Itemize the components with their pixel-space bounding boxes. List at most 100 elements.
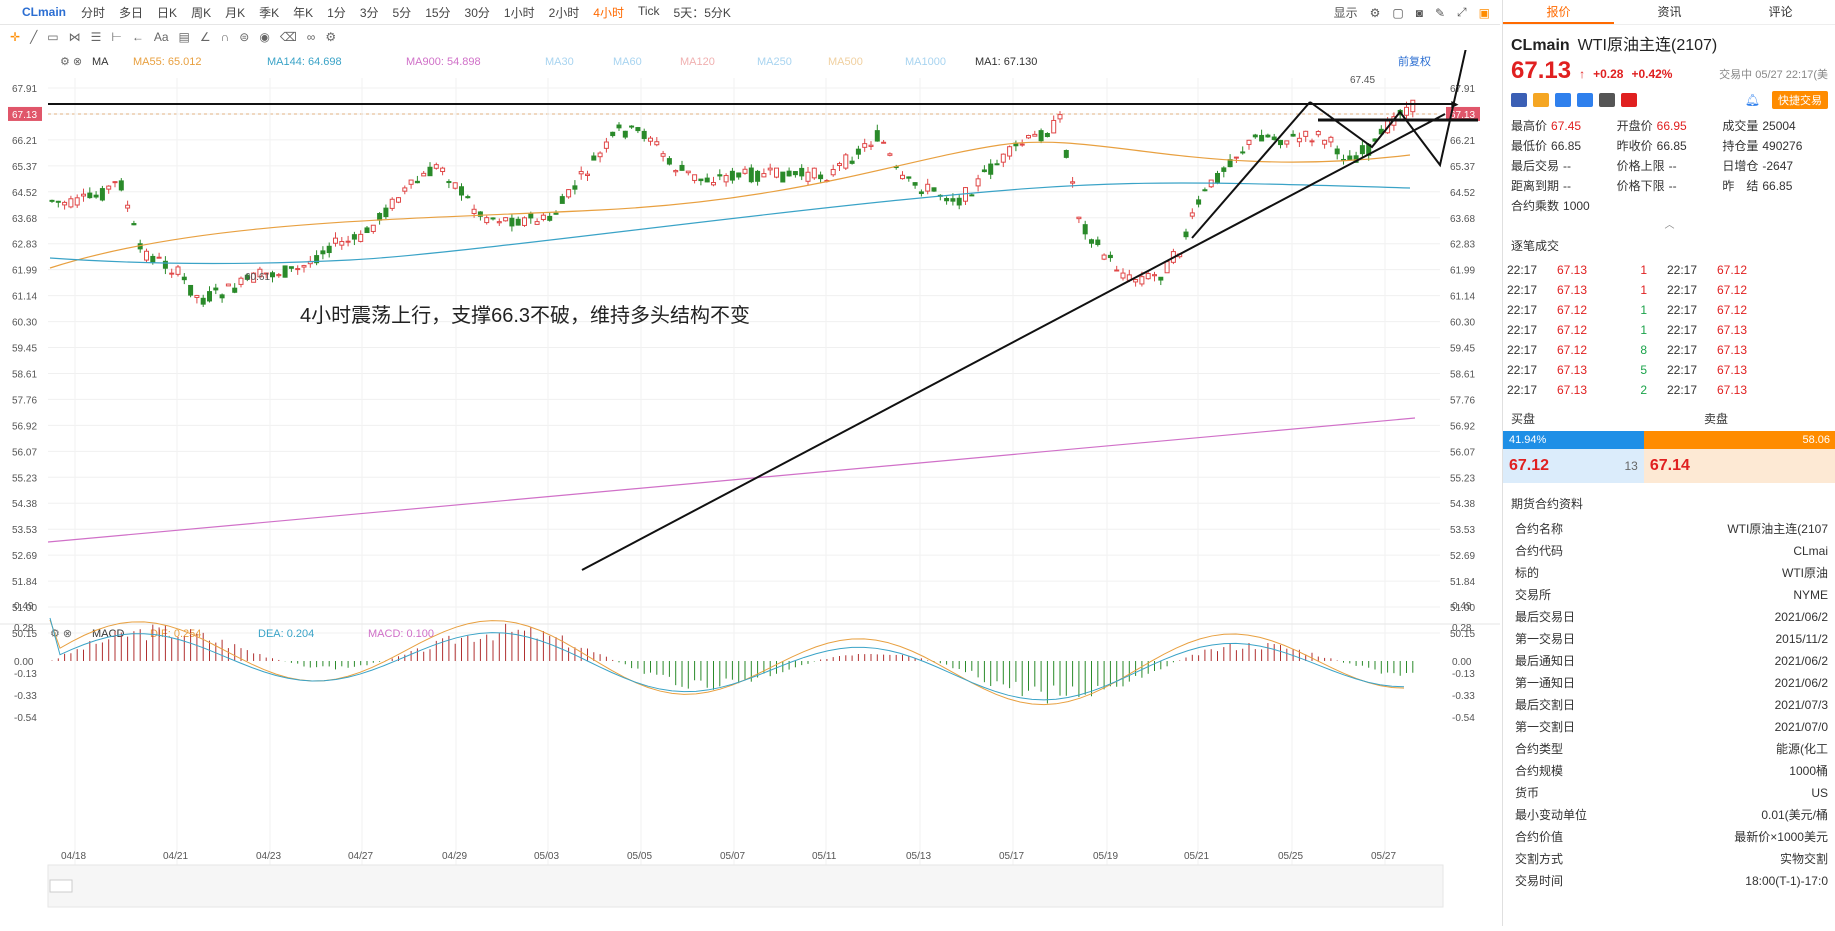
bolt-icon[interactable]	[1533, 93, 1549, 107]
doc-icon[interactable]	[1599, 93, 1615, 107]
bell-icon[interactable]: 🔔︎	[1745, 93, 1760, 107]
timeframe-6[interactable]: 年K	[293, 4, 313, 21]
candle-body	[1334, 148, 1340, 155]
camera-icon[interactable]: ◙	[1416, 6, 1423, 20]
chart-area[interactable]: ⚙ ⊗ MA MA55: 65.012 MA144: 64.698 MA900: 54.…	[0, 29, 1500, 926]
timeframe-11[interactable]: 30分	[465, 4, 490, 21]
stat-label: 最高价	[1511, 119, 1548, 133]
contract-row: 第一通知日 2021/06/2	[1503, 672, 1835, 694]
candle-body	[1107, 254, 1113, 259]
candle-body	[131, 223, 137, 226]
timeframe-8[interactable]: 3分	[360, 4, 379, 21]
candle-body	[471, 208, 477, 215]
contract-row: 货币 US	[1503, 782, 1835, 804]
eye-icon[interactable]: ◉	[259, 30, 269, 44]
candle-body	[1202, 189, 1208, 192]
timeframe-0[interactable]: 分时	[81, 4, 105, 21]
candle-body	[1133, 279, 1139, 283]
crosshair-icon[interactable]: ✛	[10, 30, 20, 44]
tick-t1: 22:17	[1507, 283, 1538, 297]
trash-icon[interactable]: ⌫	[280, 30, 297, 44]
date-tick: 04/18	[61, 851, 86, 862]
tab-comments[interactable]: 评论	[1725, 0, 1835, 24]
candle-body	[1189, 212, 1195, 217]
arrow-tool-icon[interactable]: ←	[132, 30, 144, 44]
price-chart-svg: ⚙ ⊗ MA MA55: 65.012 MA144: 64.698 MA900: 54.…	[0, 29, 1500, 908]
timeframe-2[interactable]: 日K	[157, 4, 177, 21]
comment-tool-icon[interactable]: ▤	[179, 30, 190, 44]
macd-tick-left: -0.33	[14, 691, 37, 702]
timeframe-7[interactable]: 1分	[327, 4, 346, 21]
candle-body	[1082, 224, 1088, 235]
panel-toggle-icon[interactable]: ▣	[1479, 6, 1490, 20]
tick-v1: 1	[1640, 303, 1647, 317]
timeframe-5[interactable]: 季K	[259, 4, 279, 21]
contract-value: WTI原油主连(2107	[1727, 522, 1828, 536]
tag-icon[interactable]	[1577, 93, 1593, 107]
measure-tool-icon[interactable]: ⊢	[111, 30, 121, 44]
timeframe-14[interactable]: 4小时	[593, 4, 624, 21]
candle-body	[87, 192, 93, 199]
timeframe-12[interactable]: 1小时	[504, 4, 535, 21]
magnet-icon[interactable]: ∩	[221, 30, 230, 44]
macd-tick-left: -0.54	[14, 713, 37, 724]
timeframe-3[interactable]: 周K	[191, 4, 211, 21]
candle-body	[1101, 254, 1107, 260]
candle-body	[377, 213, 383, 221]
candle-body	[490, 217, 496, 220]
stat-label: 价格下限	[1616, 179, 1665, 193]
timeframe-9[interactable]: 5分	[393, 4, 412, 21]
tick-p2: 67.13	[1717, 343, 1748, 357]
contract-row: 第一交易日 2015/11/2	[1503, 628, 1835, 650]
settings-icon[interactable]: ⚙	[325, 30, 336, 44]
fib-tool-icon[interactable]: ☰	[91, 30, 102, 44]
lock-icon[interactable]: ⊜	[239, 30, 249, 44]
tick-t1: 22:17	[1507, 383, 1538, 397]
high-label: 67.45	[1350, 75, 1375, 86]
edit-icon[interactable]: ✎	[1435, 6, 1445, 20]
candle-body	[918, 191, 924, 194]
settings-gear-icon[interactable]: ⚙	[1370, 6, 1381, 20]
date-tick: 05/13	[906, 851, 931, 862]
display-menu[interactable]: 显示	[1334, 4, 1358, 21]
contract-value: 2021/06/2	[1774, 654, 1828, 668]
fork-tool-icon[interactable]: ⋈	[69, 30, 81, 44]
heart-icon[interactable]	[1621, 93, 1637, 107]
person-icon[interactable]	[1555, 93, 1571, 107]
quote-panel: 报价 资讯 评论 CLmain WTI原油主连(2107) 67.13 ↑ +0.…	[1502, 0, 1835, 926]
candle-body	[1347, 155, 1353, 161]
fullscreen-icon[interactable]: ⤢	[1457, 5, 1467, 20]
layout-icon[interactable]: ▢	[1392, 6, 1403, 20]
candle-body	[830, 168, 836, 176]
date-tick: 04/23	[256, 851, 281, 862]
timeframe-16[interactable]: 5天：5分K	[674, 4, 731, 21]
contract-row: 合约代码 CLmai	[1503, 540, 1835, 562]
ruler-icon[interactable]: ∠	[200, 30, 211, 44]
tick-t2: 22:17	[1667, 383, 1698, 397]
tab-news[interactable]: 资讯	[1614, 0, 1725, 24]
stat-item: 价格下限 --	[1617, 177, 1723, 194]
timeframe-10[interactable]: 15分	[425, 4, 450, 21]
collapse-icon[interactable]: ︿	[1503, 216, 1835, 231]
timeframe-1[interactable]: 多日	[119, 4, 143, 21]
link-icon[interactable]: ∞	[307, 30, 316, 44]
stat-value: --	[1563, 179, 1572, 193]
rect-tool-icon[interactable]: ▭	[47, 30, 58, 44]
candle-body	[49, 199, 55, 202]
tick-p1: 67.13	[1557, 363, 1588, 377]
tab-quote[interactable]: 报价	[1503, 0, 1614, 24]
quick-trade-button[interactable]: 快捷交易	[1772, 91, 1828, 109]
timeframe-15[interactable]: Tick	[638, 4, 660, 21]
candle-body	[1290, 133, 1296, 137]
symbol-label[interactable]: CLmain	[22, 5, 66, 19]
price-tick-left: 67.91	[12, 84, 37, 95]
timeframe-13[interactable]: 2小时	[549, 4, 580, 21]
line-tool-icon[interactable]: ╱	[30, 30, 37, 44]
candle-body	[213, 287, 219, 291]
quote-icons: 🔔︎ 快捷交易	[1511, 91, 1828, 109]
timeframe-4[interactable]: 月K	[225, 4, 245, 21]
text-tool-icon[interactable]: Aa	[154, 30, 169, 44]
tick-t1: 22:17	[1507, 323, 1538, 337]
candle-body	[792, 171, 798, 176]
contract-row: 交割方式 实物交割	[1503, 848, 1835, 870]
